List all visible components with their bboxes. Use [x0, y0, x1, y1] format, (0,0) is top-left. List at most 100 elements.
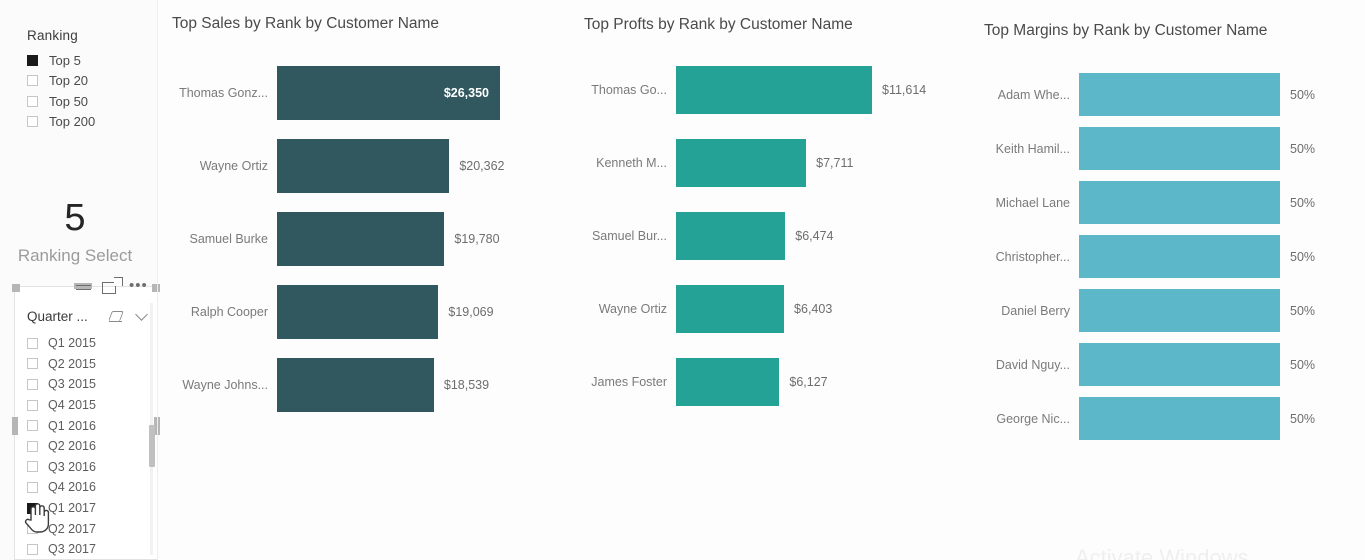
bar-row[interactable]: David Nguy... 50%: [996, 343, 1315, 386]
quarter-item-label: Q3 2015: [48, 377, 96, 392]
bar[interactable]: 50%: [1079, 343, 1315, 386]
bar-row[interactable]: Kenneth M... $7,711: [596, 139, 872, 187]
bar-value-label: $19,780: [454, 232, 500, 246]
ranking-option-2[interactable]: Top 20: [27, 71, 147, 92]
bar[interactable]: $26,350: [277, 66, 500, 120]
quarter-item-label: Q1 2016: [48, 418, 96, 433]
ranking-option-label: Top 200: [49, 114, 96, 130]
bar-row[interactable]: Christopher... 50%: [996, 235, 1315, 278]
resize-handle-middle-left[interactable]: [12, 417, 18, 435]
bar-value-label: $18,539: [443, 378, 490, 392]
checkbox-icon[interactable]: [27, 75, 38, 87]
quarter-item[interactable]: Q1 2015: [27, 333, 143, 354]
checkbox-icon[interactable]: [27, 116, 38, 128]
quarter-item[interactable]: Q2 2016: [27, 436, 143, 457]
chart-title-margins: Top Margins by Rank by Customer Name: [984, 22, 1268, 39]
checkbox-icon[interactable]: [27, 440, 38, 452]
checkbox-icon[interactable]: [27, 399, 38, 411]
bar-value-label: $26,350: [443, 86, 489, 100]
quarter-item-label: Q1 2015: [48, 336, 96, 351]
bar-row[interactable]: Adam Whe... 50%: [998, 73, 1315, 116]
hand-cursor: [24, 503, 50, 533]
checkbox-icon[interactable]: [27, 358, 38, 370]
bars-margins: Adam Whe... 50% Keith Hamil... 50% Michael L…: [996, 73, 1315, 451]
resize-handle-top-left[interactable]: [12, 284, 20, 292]
quarter-slicer-header-label: Quarter ...: [27, 309, 88, 324]
checkbox-icon[interactable]: [27, 337, 38, 349]
bar-row[interactable]: Wayne Johns... $18,539: [182, 358, 500, 412]
bar[interactable]: $19,069: [277, 285, 494, 339]
bar[interactable]: $7,711: [676, 139, 853, 187]
bar[interactable]: $20,362: [277, 139, 505, 193]
ranking-option-label: Top 50: [49, 93, 89, 109]
checkbox-icon[interactable]: [27, 420, 38, 432]
quarter-item[interactable]: Q3 2015: [27, 374, 143, 395]
bar-row[interactable]: Wayne Ortiz $20,362: [200, 139, 505, 193]
quarter-item[interactable]: Q2 2015: [27, 354, 143, 375]
quarter-item-label: Q2 2017: [48, 521, 96, 536]
bars-sales: Thomas Gonz... $26,350 Wayne Ortiz $20,362 S…: [179, 66, 505, 431]
quarter-item-label: Q4 2015: [48, 398, 96, 413]
bar[interactable]: 50%: [1079, 397, 1315, 440]
slicer-scrollbar-thumb[interactable]: [148, 425, 155, 467]
bar[interactable]: $18,539: [277, 358, 489, 412]
quarter-item-label: Q4 2016: [48, 480, 96, 495]
ranking-option-4[interactable]: Top 200: [27, 112, 147, 133]
ranking-select-card-label: Ranking Select: [17, 246, 133, 265]
bar-row[interactable]: George Nic... 50%: [996, 397, 1315, 440]
bar-row[interactable]: Thomas Go... $11,614: [591, 66, 926, 114]
quarter-item[interactable]: Q4 2015: [27, 395, 143, 416]
ranking-select-card-value: 5: [64, 197, 86, 239]
checkbox-icon[interactable]: [27, 95, 38, 107]
left-sidebar: Ranking Top 5 Top 20 Top 50 Top 200 5 Ranki…: [0, 0, 160, 560]
bar-value-label: $7,711: [816, 156, 854, 170]
bar-row[interactable]: Keith Hamil... 50%: [996, 127, 1315, 170]
quarter-item[interactable]: Q4 2016: [27, 477, 143, 498]
bar[interactable]: 50%: [1079, 289, 1315, 332]
checkbox-icon[interactable]: [27, 378, 38, 390]
bar[interactable]: 50%: [1079, 181, 1315, 224]
checkbox-icon[interactable]: [27, 481, 38, 493]
bar[interactable]: 50%: [1079, 73, 1315, 116]
quarter-item[interactable]: Q3 2016: [27, 457, 143, 478]
quarter-item[interactable]: Q1 2016: [27, 415, 143, 436]
bar-row[interactable]: Samuel Burke $19,780: [189, 212, 500, 266]
ranking-option-label: Top 20: [49, 73, 89, 89]
checkbox-icon[interactable]: [27, 461, 38, 473]
chevron-down-icon[interactable]: [135, 308, 148, 321]
chart-top-profits[interactable]: Top Profts by Rank by Customer Name Thom…: [584, 0, 964, 560]
chart-top-sales[interactable]: Top Sales by Rank by Customer Name Thoma…: [172, 0, 562, 560]
bar[interactable]: $6,474: [676, 212, 833, 260]
ranking-option-1[interactable]: Top 5: [27, 50, 147, 71]
chart-title-sales: Top Sales by Rank by Customer Name: [172, 15, 440, 32]
checkbox-icon[interactable]: [27, 54, 38, 66]
quarter-item[interactable]: Q3 2017: [27, 539, 143, 560]
focus-mode-icon[interactable]: [102, 281, 119, 296]
bar[interactable]: 50%: [1079, 127, 1315, 170]
ranking-option-3[interactable]: Top 50: [27, 91, 147, 112]
bar-value-label: 50%: [1290, 249, 1316, 264]
quarter-item-label: Q1 2017: [48, 501, 96, 516]
more-options-icon[interactable]: •••: [129, 278, 147, 296]
bar-category-label: David Nguy...: [995, 357, 1070, 372]
checkbox-icon[interactable]: [27, 543, 38, 555]
bar-row[interactable]: Daniel Berry 50%: [1001, 289, 1315, 332]
bar-row[interactable]: Samuel Bur... $6,474: [592, 212, 872, 260]
bar-value-label: 50%: [1290, 141, 1316, 156]
bar-category-label: Christopher...: [995, 249, 1070, 264]
bar[interactable]: $6,403: [676, 285, 832, 333]
bar[interactable]: $6,127: [676, 358, 828, 406]
eraser-icon[interactable]: [109, 311, 123, 322]
bar-row[interactable]: Ralph Cooper $19,069: [191, 285, 500, 339]
bar-row[interactable]: James Foster $6,127: [591, 358, 872, 406]
bar-row[interactable]: Michael Lane 50%: [996, 181, 1315, 224]
bar[interactable]: $11,614: [676, 66, 926, 114]
bar-row[interactable]: Wayne Ortiz $6,403: [599, 285, 872, 333]
bar[interactable]: $19,780: [277, 212, 500, 266]
chart-top-margins[interactable]: Top Margins by Rank by Customer Name Ada…: [984, 0, 1365, 560]
filter-lines-icon[interactable]: [75, 281, 92, 296]
bar-row[interactable]: Thomas Gonz... $26,350: [179, 66, 500, 120]
ranking-slicer-list[interactable]: Top 5 Top 20 Top 50 Top 200: [27, 50, 147, 132]
bar-category-label: Wayne Johns...: [182, 378, 268, 392]
bar[interactable]: 50%: [1079, 235, 1315, 278]
